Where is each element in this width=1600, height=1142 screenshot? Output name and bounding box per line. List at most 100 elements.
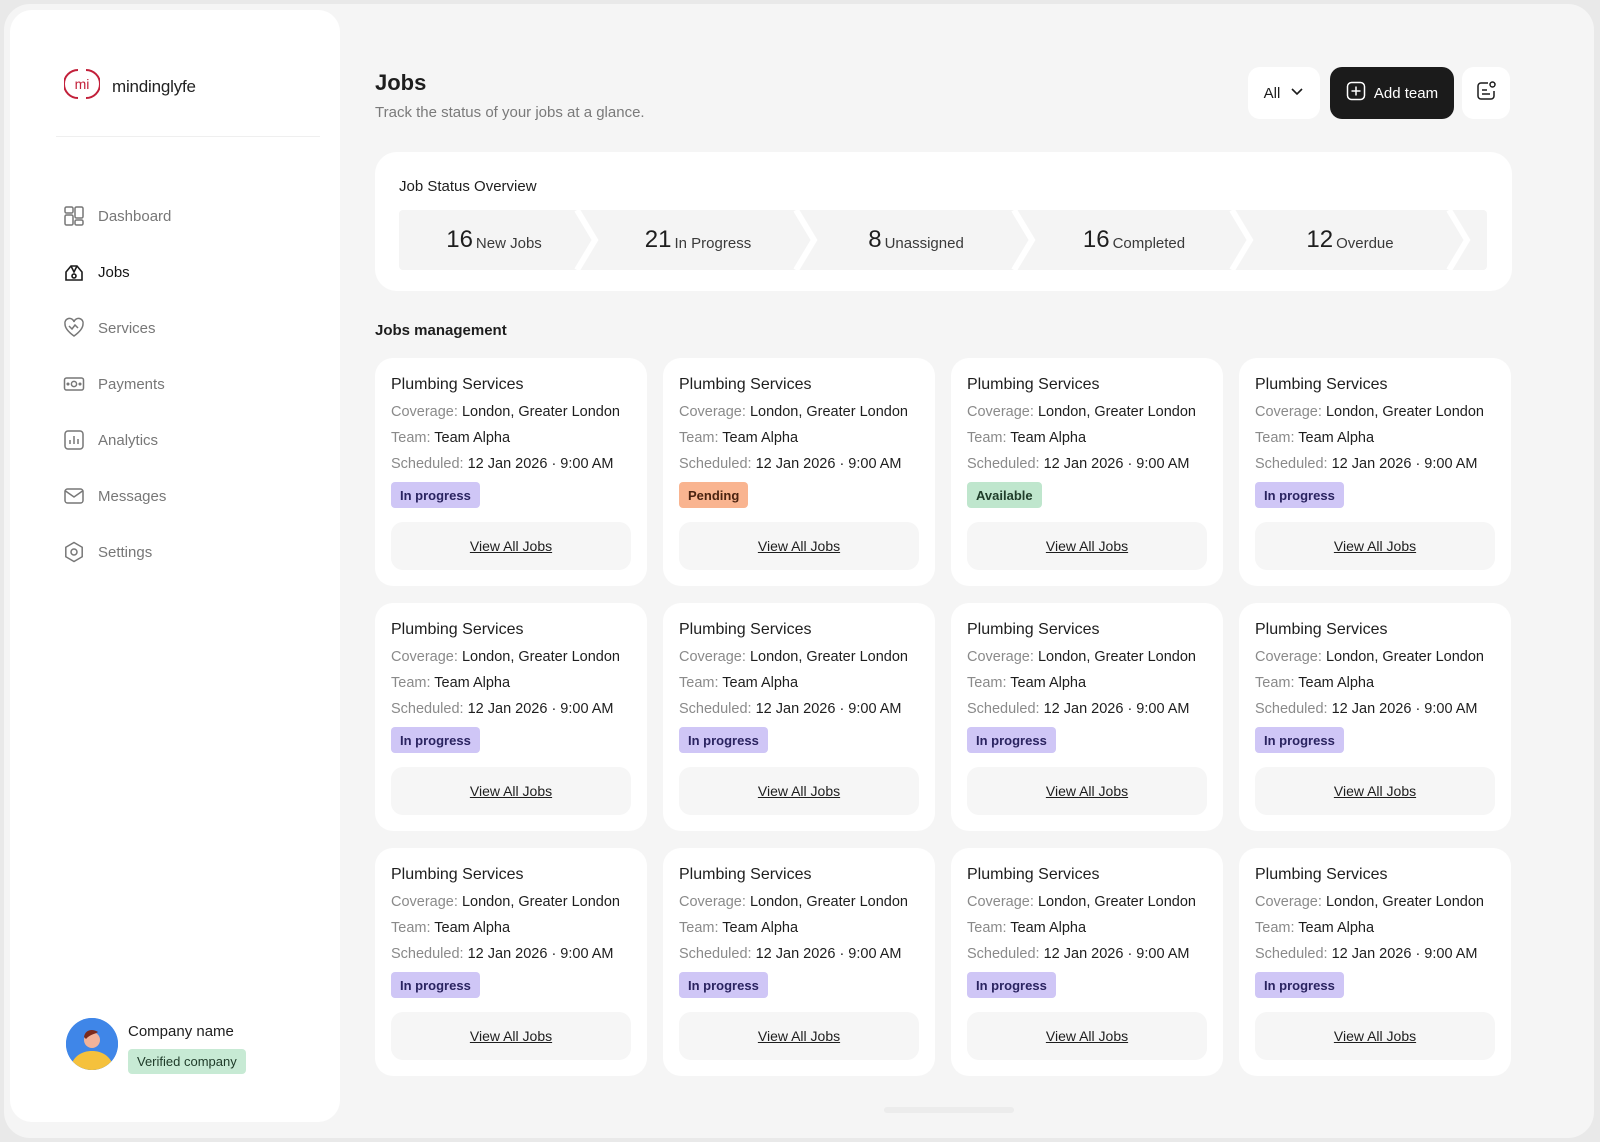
sidebar-nav: Dashboard Jobs Services Payments Analyti… xyxy=(62,188,302,580)
sidebar-item-settings[interactable]: Settings xyxy=(62,524,302,580)
job-coverage: Coverage: London, Greater London xyxy=(391,894,620,910)
sidebar-item-messages[interactable]: Messages xyxy=(62,468,302,524)
coverage-label: Coverage: xyxy=(967,404,1034,420)
status-badge: In progress xyxy=(391,482,480,508)
team-label: Team: xyxy=(679,675,719,691)
team-value: Team Alpha xyxy=(1298,920,1375,936)
view-all-jobs-button[interactable]: View All Jobs xyxy=(967,767,1207,815)
scheduled-value: 12 Jan 2026 · 9:00 AM xyxy=(1043,946,1190,962)
job-card: Plumbing Services Coverage: London, Grea… xyxy=(663,603,935,831)
status-new-jobs[interactable]: 16 New Jobs xyxy=(399,210,589,270)
brand[interactable]: mi mindinglyfe xyxy=(63,66,196,107)
job-scheduled: Scheduled: 12 Jan 2026 · 9:00 AM xyxy=(679,701,902,717)
brand-logo-icon: mi xyxy=(63,66,101,107)
job-card: Plumbing Services Coverage: London, Grea… xyxy=(375,603,647,831)
sidebar-item-analytics[interactable]: Analytics xyxy=(62,412,302,468)
services-icon xyxy=(62,316,86,340)
job-title: Plumbing Services xyxy=(967,621,1100,638)
coverage-value: London, Greater London xyxy=(1325,649,1484,665)
job-card: Plumbing Services Coverage: London, Grea… xyxy=(375,848,647,1076)
job-team: Team: Team Alpha xyxy=(1255,675,1374,691)
page-subtitle: Track the status of your jobs at a glanc… xyxy=(375,104,645,121)
status-badge: In progress xyxy=(1255,727,1344,753)
status-overdue[interactable]: 12 Overdue xyxy=(1245,210,1455,270)
job-title: Plumbing Services xyxy=(1255,866,1388,883)
coverage-label: Coverage: xyxy=(391,404,458,420)
sidebar-item-jobs[interactable]: Jobs xyxy=(62,244,302,300)
view-all-jobs-button[interactable]: View All Jobs xyxy=(967,522,1207,570)
scheduled-value: 12 Jan 2026 · 9:00 AM xyxy=(1331,946,1478,962)
sidebar-item-services[interactable]: Services xyxy=(62,300,302,356)
scroll-indicator[interactable] xyxy=(884,1107,1014,1113)
status-label: Completed xyxy=(1112,234,1186,252)
team-label: Team: xyxy=(967,920,1007,936)
scheduled-label: Scheduled: xyxy=(679,701,752,717)
coverage-label: Coverage: xyxy=(679,404,746,420)
team-label: Team: xyxy=(1255,675,1295,691)
sidebar-item-label: Messages xyxy=(98,487,167,505)
view-all-jobs-button[interactable]: View All Jobs xyxy=(391,767,631,815)
team-value: Team Alpha xyxy=(1010,675,1087,691)
sidebar-item-label: Jobs xyxy=(98,263,130,281)
job-team: Team: Team Alpha xyxy=(1255,920,1374,936)
status-in-progress[interactable]: 21 In Progress xyxy=(591,210,805,270)
sidebar-item-dashboard[interactable]: Dashboard xyxy=(62,188,302,244)
brand-name: mindinglyfe xyxy=(112,76,196,96)
team-label: Team: xyxy=(967,430,1007,446)
team-label: Team: xyxy=(967,675,1007,691)
status-strip: 16 New Jobs 21 In Progress 8 Unassigned … xyxy=(399,210,1487,270)
job-team: Team: Team Alpha xyxy=(391,675,510,691)
divider xyxy=(56,136,320,137)
job-coverage: Coverage: London, Greater London xyxy=(1255,404,1484,420)
sidebar-item-label: Payments xyxy=(98,375,165,393)
team-value: Team Alpha xyxy=(1298,430,1375,446)
view-all-jobs-button[interactable]: View All Jobs xyxy=(1255,767,1495,815)
view-all-jobs-button[interactable]: View All Jobs xyxy=(391,522,631,570)
status-badge: In progress xyxy=(391,727,480,753)
status-badge: In progress xyxy=(679,972,768,998)
view-all-jobs-button[interactable]: View All Jobs xyxy=(391,1012,631,1060)
job-team: Team: Team Alpha xyxy=(391,920,510,936)
app-frame: mi mindinglyfe Dashboard Jobs Services P… xyxy=(4,4,1594,1138)
coverage-value: London, Greater London xyxy=(749,404,908,420)
coverage-value: London, Greater London xyxy=(1325,894,1484,910)
coverage-value: London, Greater London xyxy=(461,649,620,665)
coverage-label: Coverage: xyxy=(1255,404,1322,420)
team-value: Team Alpha xyxy=(722,920,799,936)
team-value: Team Alpha xyxy=(1010,920,1087,936)
jobs-grid: Plumbing Services Coverage: London, Grea… xyxy=(375,358,1513,1076)
status-badge: In progress xyxy=(1255,482,1344,508)
team-value: Team Alpha xyxy=(434,920,511,936)
view-all-jobs-button[interactable]: View All Jobs xyxy=(1255,1012,1495,1060)
profile-settings-button[interactable] xyxy=(1462,67,1510,119)
status-count: 8 xyxy=(868,226,882,253)
sidebar-item-label: Analytics xyxy=(98,431,159,449)
add-team-button[interactable]: Add team xyxy=(1330,67,1454,119)
view-all-jobs-button[interactable]: View All Jobs xyxy=(1255,522,1495,570)
company-profile[interactable]: Company name Verified company xyxy=(66,1018,246,1074)
job-team: Team: Team Alpha xyxy=(679,430,798,446)
user-settings-icon xyxy=(1475,80,1497,107)
job-title: Plumbing Services xyxy=(1255,376,1388,393)
job-card: Plumbing Services Coverage: London, Grea… xyxy=(663,358,935,586)
view-all-jobs-button[interactable]: View All Jobs xyxy=(679,522,919,570)
job-team: Team: Team Alpha xyxy=(967,675,1086,691)
status-completed[interactable]: 16 Completed xyxy=(1027,210,1241,270)
team-value: Team Alpha xyxy=(434,430,511,446)
verified-badge: Verified company xyxy=(128,1049,246,1074)
job-scheduled: Scheduled: 12 Jan 2026 · 9:00 AM xyxy=(391,456,614,472)
job-card: Plumbing Services Coverage: London, Grea… xyxy=(951,358,1223,586)
job-scheduled: Scheduled: 12 Jan 2026 · 9:00 AM xyxy=(1255,701,1478,717)
status-unassigned[interactable]: 8 Unassigned xyxy=(809,210,1023,270)
job-title: Plumbing Services xyxy=(679,621,812,638)
sidebar-item-payments[interactable]: Payments xyxy=(62,356,302,412)
view-all-jobs-button[interactable]: View All Jobs xyxy=(967,1012,1207,1060)
view-all-jobs-button[interactable]: View All Jobs xyxy=(679,1012,919,1060)
coverage-value: London, Greater London xyxy=(1037,404,1196,420)
view-all-jobs-button[interactable]: View All Jobs xyxy=(679,767,919,815)
job-card: Plumbing Services Coverage: London, Grea… xyxy=(1239,848,1511,1076)
filter-dropdown[interactable]: All xyxy=(1248,67,1320,119)
svg-text:mi: mi xyxy=(75,76,90,92)
scheduled-label: Scheduled: xyxy=(679,946,752,962)
coverage-value: London, Greater London xyxy=(1325,404,1484,420)
